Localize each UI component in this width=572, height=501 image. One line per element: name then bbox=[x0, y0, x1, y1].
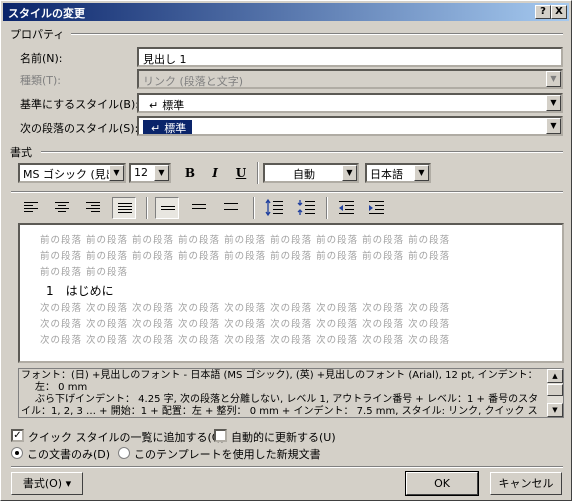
type-select[interactable]: リンク (段落と文字) ▼ bbox=[137, 69, 563, 89]
chevron-down-icon[interactable]: ▼ bbox=[154, 165, 169, 181]
paragraph-mark-icon: ↵ bbox=[149, 99, 159, 112]
toolbar-separator bbox=[257, 162, 259, 184]
properties-section-title: プロパティ bbox=[10, 28, 65, 41]
space-before-icon[interactable] bbox=[263, 197, 287, 219]
preview-prev-paragraph: 前の段落 前の段落 前の段落 前の段落 前の段落 前の段落 前の段落 前の段落 … bbox=[40, 235, 451, 278]
double-spacing-icon[interactable] bbox=[219, 197, 243, 219]
font-size-select[interactable]: 12 ▼ bbox=[129, 163, 171, 183]
scroll-up-icon[interactable]: ▲ bbox=[547, 369, 563, 383]
paragraph-mark-icon: ↵ bbox=[151, 122, 161, 135]
language-value: 日本語 bbox=[370, 168, 403, 181]
chevron-down-icon[interactable]: ▼ bbox=[109, 165, 124, 181]
align-left-icon[interactable] bbox=[19, 197, 43, 219]
type-value: リンク (段落と文字) bbox=[143, 75, 244, 88]
title-bar: スタイルの変更 ? X bbox=[3, 3, 569, 21]
format-menu-button[interactable]: 書式(O) ▾ bbox=[11, 472, 83, 495]
base-style-label: 基準にするスタイル(B): bbox=[20, 98, 139, 111]
bold-button[interactable]: B bbox=[179, 162, 201, 184]
auto-update-checkbox[interactable] bbox=[214, 429, 227, 442]
next-style-value: 標準 bbox=[164, 122, 187, 135]
font-color-select[interactable]: 自動 ▼ bbox=[263, 163, 359, 183]
style-description: フォント：(日) +見出しのフォント - 日本語 (MS ゴシック), (英) … bbox=[18, 368, 564, 418]
bottom-divider bbox=[11, 466, 563, 468]
chevron-down-icon[interactable]: ▼ bbox=[546, 71, 561, 87]
toolbar-separator bbox=[253, 197, 255, 219]
next-style-label: 次の段落のスタイル(S): bbox=[20, 122, 139, 135]
next-style-select[interactable]: ↵ 標準 ▼ bbox=[137, 116, 563, 136]
font-size-value: 12 bbox=[134, 166, 148, 179]
description-scrollbar[interactable]: ▲ ▼ bbox=[547, 369, 563, 417]
auto-update-label[interactable]: 自動的に更新する(U) bbox=[231, 429, 336, 445]
format-divider bbox=[41, 151, 563, 153]
italic-button[interactable]: I bbox=[204, 162, 226, 184]
font-select[interactable]: MS ゴシック (見出 ▼ bbox=[18, 163, 126, 183]
font-value: MS ゴシック (見出 bbox=[23, 168, 117, 181]
new-documents-radio[interactable] bbox=[118, 447, 130, 459]
toolbar-divider bbox=[11, 191, 563, 193]
this-document-only-radio[interactable] bbox=[11, 447, 23, 459]
preview-next-paragraph: 次の段落 次の段落 次の段落 次の段落 次の段落 次の段落 次の段落 次の段落 … bbox=[40, 303, 451, 346]
chevron-down-icon[interactable]: ▼ bbox=[342, 165, 357, 181]
font-color-value: 自動 bbox=[293, 168, 315, 181]
scroll-down-icon[interactable]: ▼ bbox=[547, 403, 563, 417]
toolbar-separator bbox=[146, 197, 148, 219]
name-field[interactable]: 見出し 1 bbox=[137, 47, 563, 67]
toolbar-separator bbox=[326, 197, 328, 219]
chevron-down-icon[interactable]: ▼ bbox=[546, 118, 561, 134]
align-right-icon[interactable] bbox=[81, 197, 105, 219]
ok-button[interactable]: OK bbox=[405, 471, 479, 496]
preview-heading-text: 1 はじめに bbox=[46, 284, 114, 298]
language-select[interactable]: 日本語 ▼ bbox=[365, 163, 431, 183]
decrease-indent-icon[interactable] bbox=[335, 197, 359, 219]
cancel-button[interactable]: キャンセル bbox=[490, 472, 562, 495]
base-style-select[interactable]: ↵ 標準 ▼ bbox=[137, 93, 563, 113]
chevron-down-icon[interactable]: ▼ bbox=[414, 165, 429, 181]
help-button[interactable]: ? bbox=[535, 5, 551, 19]
name-label: 名前(N): bbox=[20, 52, 63, 65]
add-to-quick-styles-checkbox[interactable]: ✓ bbox=[11, 429, 24, 442]
dialog-title: スタイルの変更 bbox=[8, 7, 85, 20]
add-to-quick-styles-label[interactable]: クイック スタイルの一覧に追加する(Q) bbox=[28, 429, 225, 445]
single-spacing-icon[interactable] bbox=[155, 197, 179, 219]
properties-divider bbox=[71, 33, 563, 35]
format-section-title: 書式 bbox=[10, 146, 32, 159]
new-documents-label[interactable]: このテンプレートを使用した新規文書 bbox=[134, 446, 321, 462]
base-style-value: 標準 bbox=[162, 99, 185, 112]
align-center-icon[interactable] bbox=[50, 197, 74, 219]
chevron-down-icon[interactable]: ▼ bbox=[546, 95, 561, 111]
this-document-only-label[interactable]: この文書のみ(D) bbox=[27, 446, 110, 462]
close-button[interactable]: X bbox=[551, 5, 567, 19]
space-after-icon[interactable] bbox=[295, 197, 319, 219]
align-justify-icon[interactable] bbox=[112, 197, 136, 219]
one-half-spacing-icon[interactable] bbox=[187, 197, 211, 219]
underline-button[interactable]: U bbox=[230, 162, 252, 184]
help-icon: ? bbox=[540, 6, 546, 17]
modify-style-dialog: スタイルの変更 ? X プロパティ 名前(N): 見出し 1 種類(T): リン… bbox=[0, 0, 572, 501]
type-label: 種類(T): bbox=[20, 74, 62, 87]
close-icon: X bbox=[555, 6, 563, 17]
style-preview: 前の段落 前の段落 前の段落 前の段落 前の段落 前の段落 前の段落 前の段落 … bbox=[18, 223, 564, 363]
increase-indent-icon[interactable] bbox=[365, 197, 389, 219]
scroll-thumb[interactable] bbox=[547, 384, 563, 396]
